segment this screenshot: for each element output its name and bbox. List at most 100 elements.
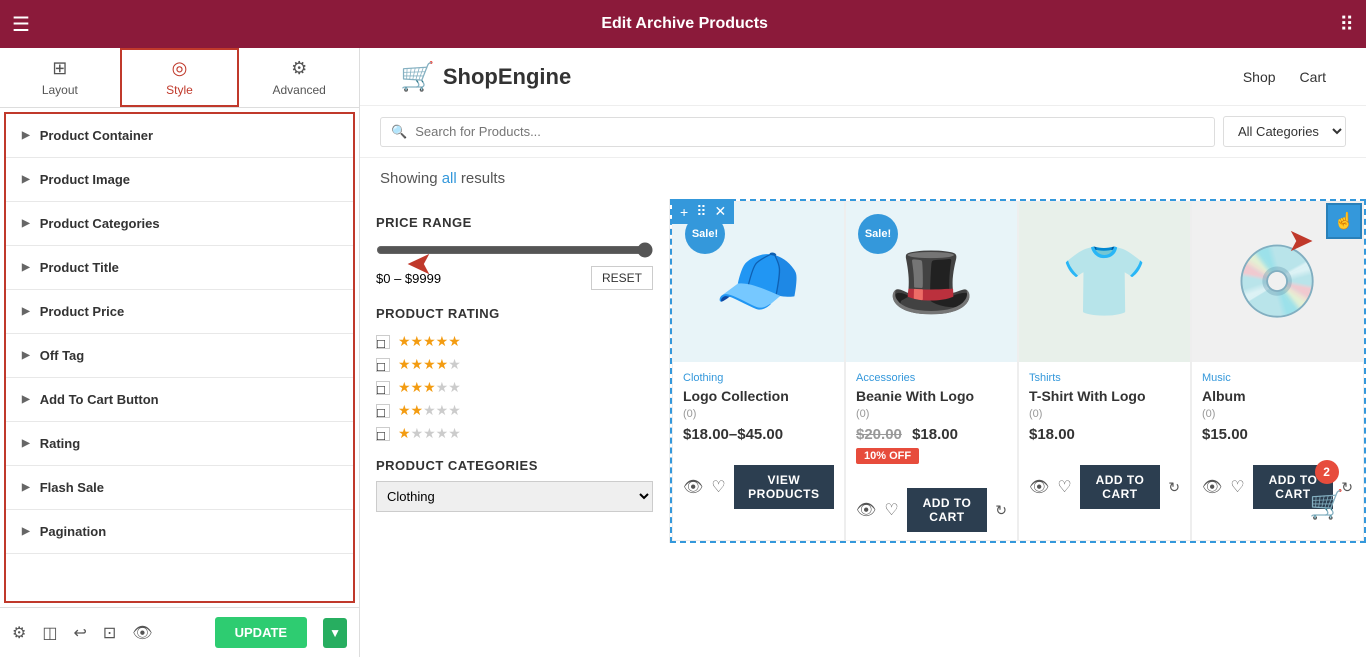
eye-icon[interactable]: 👁 bbox=[132, 623, 152, 643]
rating-checkbox-4[interactable]: □ bbox=[376, 358, 390, 372]
top-bar: ☰ Edit Archive Products ⠿ bbox=[0, 0, 1366, 48]
grid-move-button[interactable]: ⠿ bbox=[694, 201, 708, 222]
logo-icon: 🛒 bbox=[400, 60, 435, 93]
nav-shop[interactable]: Shop bbox=[1243, 69, 1276, 85]
products-row: Sale! 🧢 Clothing Logo Collection (0) $18… bbox=[672, 201, 1364, 541]
chevron-right-icon: ▶ bbox=[22, 218, 30, 229]
grid-close-button[interactable]: ✕ bbox=[712, 201, 728, 222]
sidebar-item-off-tag[interactable]: ▶ Off Tag bbox=[6, 334, 353, 378]
eye-product-icon-1[interactable]: 👁 bbox=[683, 477, 703, 497]
sidebar-item-product-categories[interactable]: ▶ Product Categories bbox=[6, 202, 353, 246]
update-button[interactable]: UPDATE bbox=[215, 617, 307, 648]
nav-cart[interactable]: Cart bbox=[1300, 69, 1326, 85]
wishlist-icon-3[interactable]: ♡ bbox=[1057, 477, 1071, 497]
settings-icon[interactable]: ⚙ bbox=[12, 623, 26, 643]
sidebar-item-add-to-cart-button[interactable]: ▶ Add To Cart Button bbox=[6, 378, 353, 422]
logo-text: ShopEngine bbox=[443, 64, 571, 90]
product-info-4: Music Album (0) $15.00 bbox=[1192, 362, 1363, 457]
sale-badge-2: Sale! bbox=[858, 214, 898, 254]
view-products-button-1[interactable]: VIEW PRODUCTS bbox=[734, 465, 834, 509]
sidebar-item-product-image[interactable]: ▶ Product Image bbox=[6, 158, 353, 202]
update-dropdown-button[interactable]: ▼ bbox=[323, 618, 347, 648]
sidebar-item-product-price[interactable]: ▶ Product Price bbox=[6, 290, 353, 334]
category-select[interactable]: All Categories bbox=[1223, 116, 1346, 147]
sidebar: ⊞ Layout ◎ Style ⚙ Advanced ▶ Product Co… bbox=[0, 48, 360, 657]
price-old-2: $20.00 bbox=[856, 426, 902, 443]
cart-badge: 2 bbox=[1315, 460, 1339, 484]
blue-edit-box[interactable]: ☝ bbox=[1326, 203, 1362, 239]
sidebar-item-pagination[interactable]: ▶ Pagination bbox=[6, 510, 353, 554]
add-to-cart-button-3[interactable]: ADD TO CART bbox=[1080, 465, 1161, 509]
sidebar-item-flash-sale[interactable]: ▶ Flash Sale bbox=[6, 466, 353, 510]
refresh-icon-3[interactable]: ↻ bbox=[1168, 479, 1180, 496]
chevron-right-icon: ▶ bbox=[22, 438, 30, 449]
product-card-3: 👕 Tshirts T-Shirt With Logo (0) $18.00 👁… bbox=[1018, 201, 1191, 541]
sidebar-item-product-container[interactable]: ▶ Product Container bbox=[6, 114, 353, 158]
results-header: Showing all results bbox=[360, 158, 1366, 199]
cursor-icon: ☝ bbox=[1334, 211, 1354, 231]
grid-add-button[interactable]: + bbox=[678, 201, 690, 222]
product-category-1: Clothing bbox=[683, 372, 834, 384]
rating-checkbox-5[interactable]: □ bbox=[376, 335, 390, 349]
tab-style[interactable]: ◎ Style bbox=[120, 48, 240, 107]
wishlist-icon-4[interactable]: ♡ bbox=[1230, 477, 1244, 497]
hamburger-icon[interactable]: ☰ bbox=[12, 12, 30, 37]
sidebar-tabs: ⊞ Layout ◎ Style ⚙ Advanced bbox=[0, 48, 359, 108]
rating-checkbox-2[interactable]: □ bbox=[376, 404, 390, 418]
chevron-right-icon: ▶ bbox=[22, 306, 30, 317]
categories-title: PRODUCT CATEGORIES bbox=[376, 458, 653, 473]
product-price-4: $15.00 bbox=[1202, 426, 1353, 443]
search-input[interactable] bbox=[415, 124, 1204, 139]
cart-icon[interactable]: 🛒 bbox=[1309, 488, 1344, 521]
sidebar-item-label: Add To Cart Button bbox=[40, 392, 159, 407]
stars-2: ★★★★★ bbox=[398, 402, 461, 419]
product-price-1: $18.00–$45.00 bbox=[683, 426, 834, 443]
stars-3: ★★★★★ bbox=[398, 379, 461, 396]
eye-product-icon-2[interactable]: 👁 bbox=[856, 500, 876, 520]
wishlist-icon-1[interactable]: ♡ bbox=[711, 477, 725, 497]
product-actions-3: 👁 ♡ ADD TO CART ↻ bbox=[1019, 457, 1190, 517]
sidebar-item-label: Flash Sale bbox=[40, 480, 104, 495]
sidebar-item-label: Product Image bbox=[40, 172, 130, 187]
product-name-3: T-Shirt With Logo bbox=[1029, 388, 1180, 404]
cart-badge-container: 2 🛒 bbox=[1309, 460, 1344, 521]
sidebar-item-label: Pagination bbox=[40, 524, 106, 539]
tab-advanced[interactable]: ⚙ Advanced bbox=[239, 48, 359, 107]
shop-logo: 🛒 ShopEngine bbox=[400, 60, 571, 93]
tab-layout[interactable]: ⊞ Layout bbox=[0, 48, 120, 107]
list-item: □ ★★★★★ bbox=[376, 379, 653, 396]
search-icon: 🔍 bbox=[391, 124, 407, 140]
rating-checkbox-1[interactable]: □ bbox=[376, 427, 390, 441]
product-rating-3: (0) bbox=[1029, 408, 1180, 420]
category-filter-select[interactable]: Clothing bbox=[376, 481, 653, 512]
product-info-1: Clothing Logo Collection (0) $18.00–$45.… bbox=[673, 362, 844, 457]
product-area: PRICE RANGE $0 – $9999 RESET ➤ PRODUCT R… bbox=[360, 199, 1366, 543]
grid-icon[interactable]: ⠿ bbox=[1339, 12, 1354, 37]
grid-controls: + ⠿ ✕ bbox=[672, 199, 734, 224]
add-to-cart-button-2[interactable]: ADD TO CART bbox=[907, 488, 988, 532]
stars-4: ★★★★★ bbox=[398, 356, 461, 373]
product-category-4: Music bbox=[1202, 372, 1353, 384]
chevron-right-icon: ▶ bbox=[22, 130, 30, 141]
responsive-icon[interactable]: ⊡ bbox=[103, 623, 116, 643]
reset-button[interactable]: RESET bbox=[591, 266, 653, 290]
arrow-indicator: ➤ bbox=[406, 246, 433, 284]
products-grid: + ⠿ ✕ ➤ ☝ Sale! bbox=[670, 199, 1366, 543]
history-icon[interactable]: ↩ bbox=[73, 623, 86, 643]
content-area: 🛒 ShopEngine Shop Cart 🔍 All Categories … bbox=[360, 48, 1366, 657]
chevron-right-icon: ▶ bbox=[22, 526, 30, 537]
chevron-right-icon: ▶ bbox=[22, 482, 30, 493]
product-actions-2: 👁 ♡ ADD TO CART ↻ bbox=[846, 480, 1017, 540]
sidebar-item-label: Off Tag bbox=[40, 348, 85, 363]
wishlist-icon-2[interactable]: ♡ bbox=[884, 500, 898, 520]
sidebar-item-rating[interactable]: ▶ Rating bbox=[6, 422, 353, 466]
product-emoji-1: 🧢 bbox=[715, 241, 802, 323]
list-item: □ ★★★★★ bbox=[376, 333, 653, 350]
layers-icon[interactable]: ◫ bbox=[42, 623, 57, 643]
refresh-icon-2[interactable]: ↻ bbox=[995, 502, 1007, 519]
eye-product-icon-4[interactable]: 👁 bbox=[1202, 477, 1222, 497]
sidebar-item-product-title[interactable]: ▶ Product Title bbox=[6, 246, 353, 290]
rating-checkbox-3[interactable]: □ bbox=[376, 381, 390, 395]
eye-product-icon-3[interactable]: 👁 bbox=[1029, 477, 1049, 497]
bottom-toolbar: ⚙ ◫ ↩ ⊡ 👁 UPDATE ▼ bbox=[0, 607, 359, 657]
